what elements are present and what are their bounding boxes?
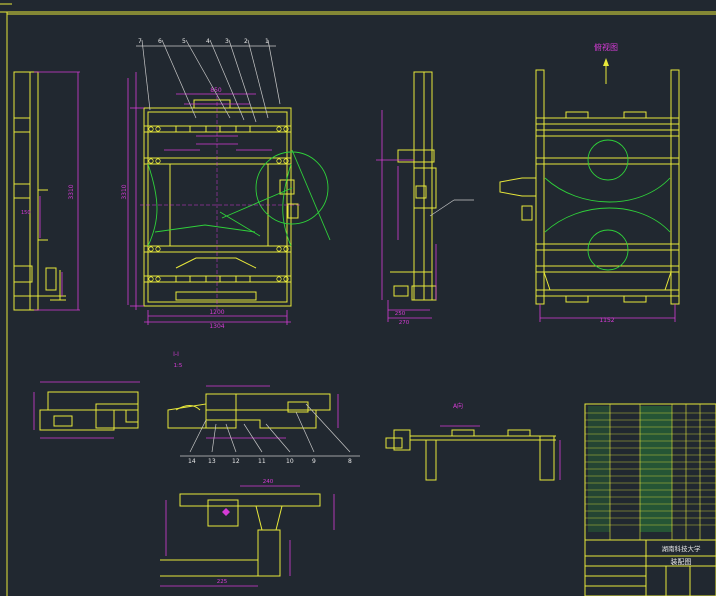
bracket-dim-bottom: 225	[217, 579, 228, 585]
callout-10: 10	[286, 458, 294, 465]
left-view-height-dim: 3310	[68, 184, 75, 199]
front-view-dim-bottom: 1200	[209, 309, 224, 316]
callout-14: 14	[188, 458, 196, 465]
callout-1: 1	[265, 38, 269, 45]
callout-12: 12	[232, 458, 240, 465]
callout-6: 6	[158, 38, 162, 45]
front-view-dim-overall: 1304	[209, 323, 224, 330]
front-view-dim-height: 3310	[121, 184, 128, 199]
title-block-company: 湖南科技大学	[662, 544, 702, 553]
left-view-dim-minor: 150	[21, 210, 31, 216]
callout-3: 3	[225, 38, 229, 45]
title-block-drawing-title: 装配图	[671, 557, 692, 566]
plan-view-dim-width: 1152	[599, 317, 614, 324]
bracket-dim-mid: 240	[263, 479, 274, 485]
side-view-dim-b: 270	[399, 320, 410, 326]
callout-7: 7	[138, 38, 142, 45]
cad-drawing-canvas: 3310 150 850 1200 1304 3310 7 6 5 4 3 2 …	[0, 0, 716, 596]
section-scale: 1:5	[174, 363, 183, 369]
callout-13: 13	[208, 458, 216, 465]
section-label: I-I	[173, 351, 179, 358]
callout-8: 8	[348, 458, 352, 465]
side-view-dim-a: 250	[395, 311, 406, 317]
callout-2: 2	[244, 38, 248, 45]
callout-5: 5	[182, 38, 186, 45]
callout-9: 9	[312, 458, 316, 465]
callout-4: 4	[206, 38, 210, 45]
view-a-label: A向	[453, 402, 463, 410]
plan-view-title: 俯视图	[594, 42, 618, 52]
callout-11: 11	[258, 458, 266, 465]
